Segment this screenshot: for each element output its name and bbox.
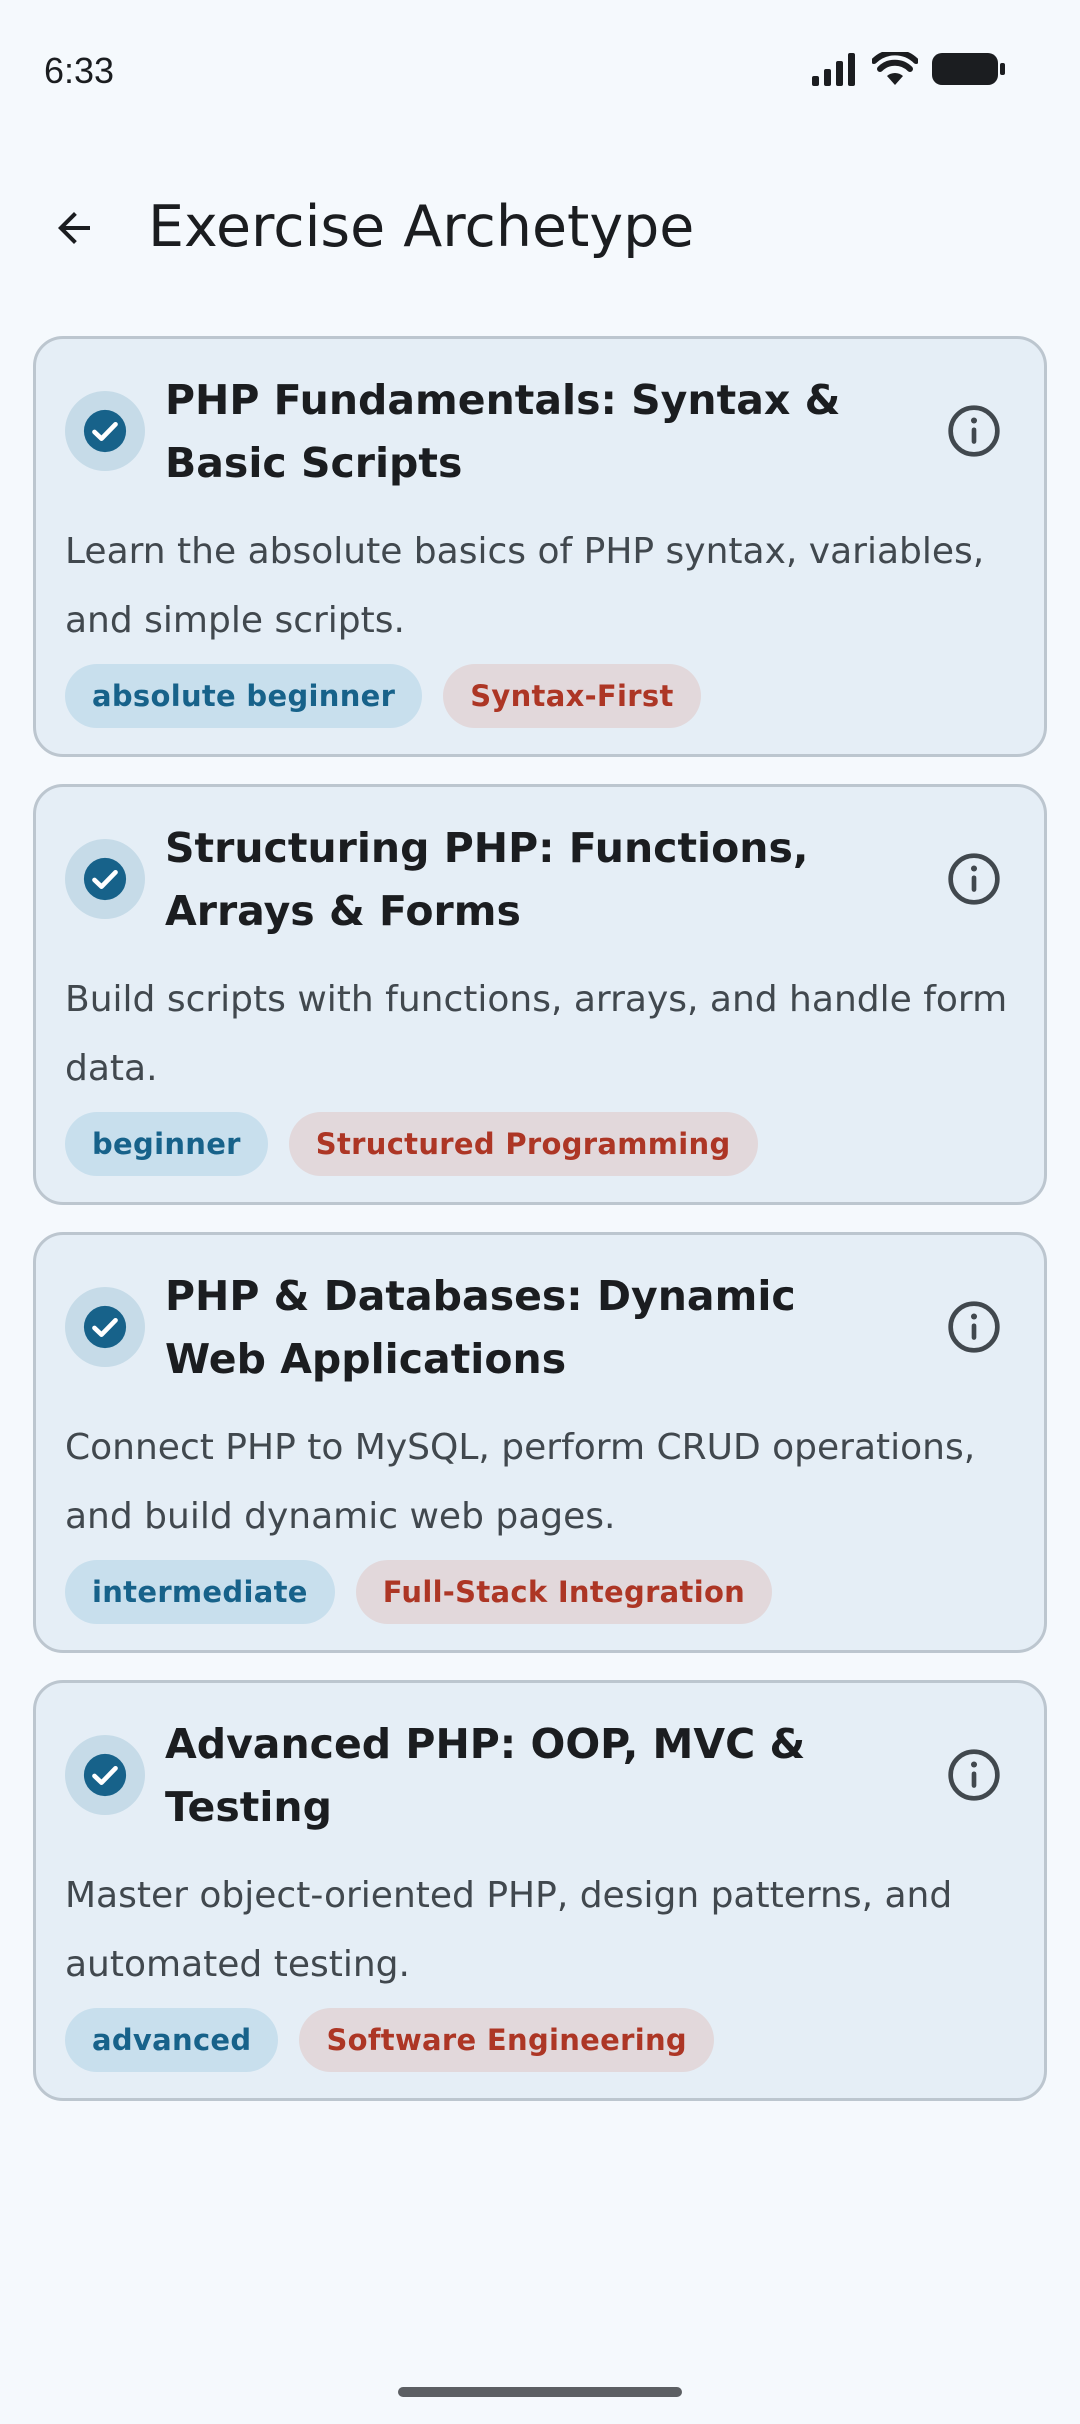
- info-button[interactable]: [942, 1743, 1006, 1807]
- info-button[interactable]: [942, 399, 1006, 463]
- selected-check[interactable]: [65, 1735, 145, 1815]
- archetype-title: PHP Fundamentals: Syntax & Basic Scripts: [165, 376, 841, 487]
- archetype-description: Connect PHP to MySQL, perform CRUD opera…: [65, 1427, 976, 1537]
- archetype-card[interactable]: Structuring PHP: Functions, Arrays & For…: [33, 784, 1047, 1205]
- style-tag: Syntax-First: [443, 664, 701, 728]
- archetype-description: Build scripts with functions, arrays, an…: [65, 979, 1008, 1089]
- archetype-title: Advanced PHP: OOP, MVC & Testing: [165, 1720, 806, 1831]
- selected-check[interactable]: [65, 391, 145, 471]
- archetype-card[interactable]: PHP Fundamentals: Syntax & Basic Scripts…: [33, 336, 1047, 757]
- arrow-back-icon: [58, 212, 90, 244]
- page-title: Exercise Archetype: [148, 194, 695, 260]
- check-circle-icon: [83, 857, 127, 901]
- archetype-description: Master object-oriented PHP, design patte…: [65, 1875, 953, 1985]
- info-icon: [948, 1301, 1000, 1353]
- selected-check[interactable]: [65, 839, 145, 919]
- level-tag: absolute beginner: [65, 664, 423, 728]
- level-tag: intermediate: [65, 1560, 335, 1624]
- tag-row: beginner Structured Programming: [65, 1112, 758, 1176]
- archetype-card[interactable]: Advanced PHP: OOP, MVC & Testing Master …: [33, 1680, 1047, 2101]
- back-button[interactable]: [34, 188, 114, 268]
- archetype-title: Structuring PHP: Functions, Arrays & For…: [165, 824, 809, 935]
- info-icon: [948, 853, 1000, 905]
- info-icon: [948, 1749, 1000, 1801]
- tag-row: intermediate Full-Stack Integration: [65, 1560, 773, 1624]
- archetype-title: PHP & Databases: Dynamic Web Application…: [165, 1272, 796, 1383]
- status-icons: [812, 49, 1006, 90]
- info-button[interactable]: [942, 1295, 1006, 1359]
- battery-icon: [932, 52, 1006, 90]
- style-tag: Software Engineering: [299, 2008, 714, 2072]
- app-bar: Exercise Archetype: [0, 170, 1080, 282]
- selected-check[interactable]: [65, 1287, 145, 1367]
- info-icon: [948, 405, 1000, 457]
- wifi-icon: [871, 49, 919, 90]
- tag-row: advanced Software Engineering: [65, 2008, 714, 2072]
- style-tag: Structured Programming: [288, 1112, 758, 1176]
- check-circle-icon: [83, 1305, 127, 1349]
- check-circle-icon: [83, 1753, 127, 1797]
- info-button[interactable]: [942, 847, 1006, 911]
- check-circle-icon: [83, 409, 127, 453]
- archetype-list: PHP Fundamentals: Syntax & Basic Scripts…: [33, 336, 1047, 2128]
- home-indicator[interactable]: [398, 2387, 682, 2397]
- status-time: 6:33: [44, 50, 115, 91]
- archetype-card[interactable]: PHP & Databases: Dynamic Web Application…: [33, 1232, 1047, 1653]
- level-tag: advanced: [65, 2008, 279, 2072]
- level-tag: beginner: [65, 1112, 268, 1176]
- status-bar: 6:33: [0, 0, 1080, 140]
- tag-row: absolute beginner Syntax-First: [65, 664, 701, 728]
- signal-icon: [812, 52, 858, 90]
- archetype-description: Learn the absolute basics of PHP syntax,…: [65, 531, 985, 641]
- style-tag: Full-Stack Integration: [355, 1560, 773, 1624]
